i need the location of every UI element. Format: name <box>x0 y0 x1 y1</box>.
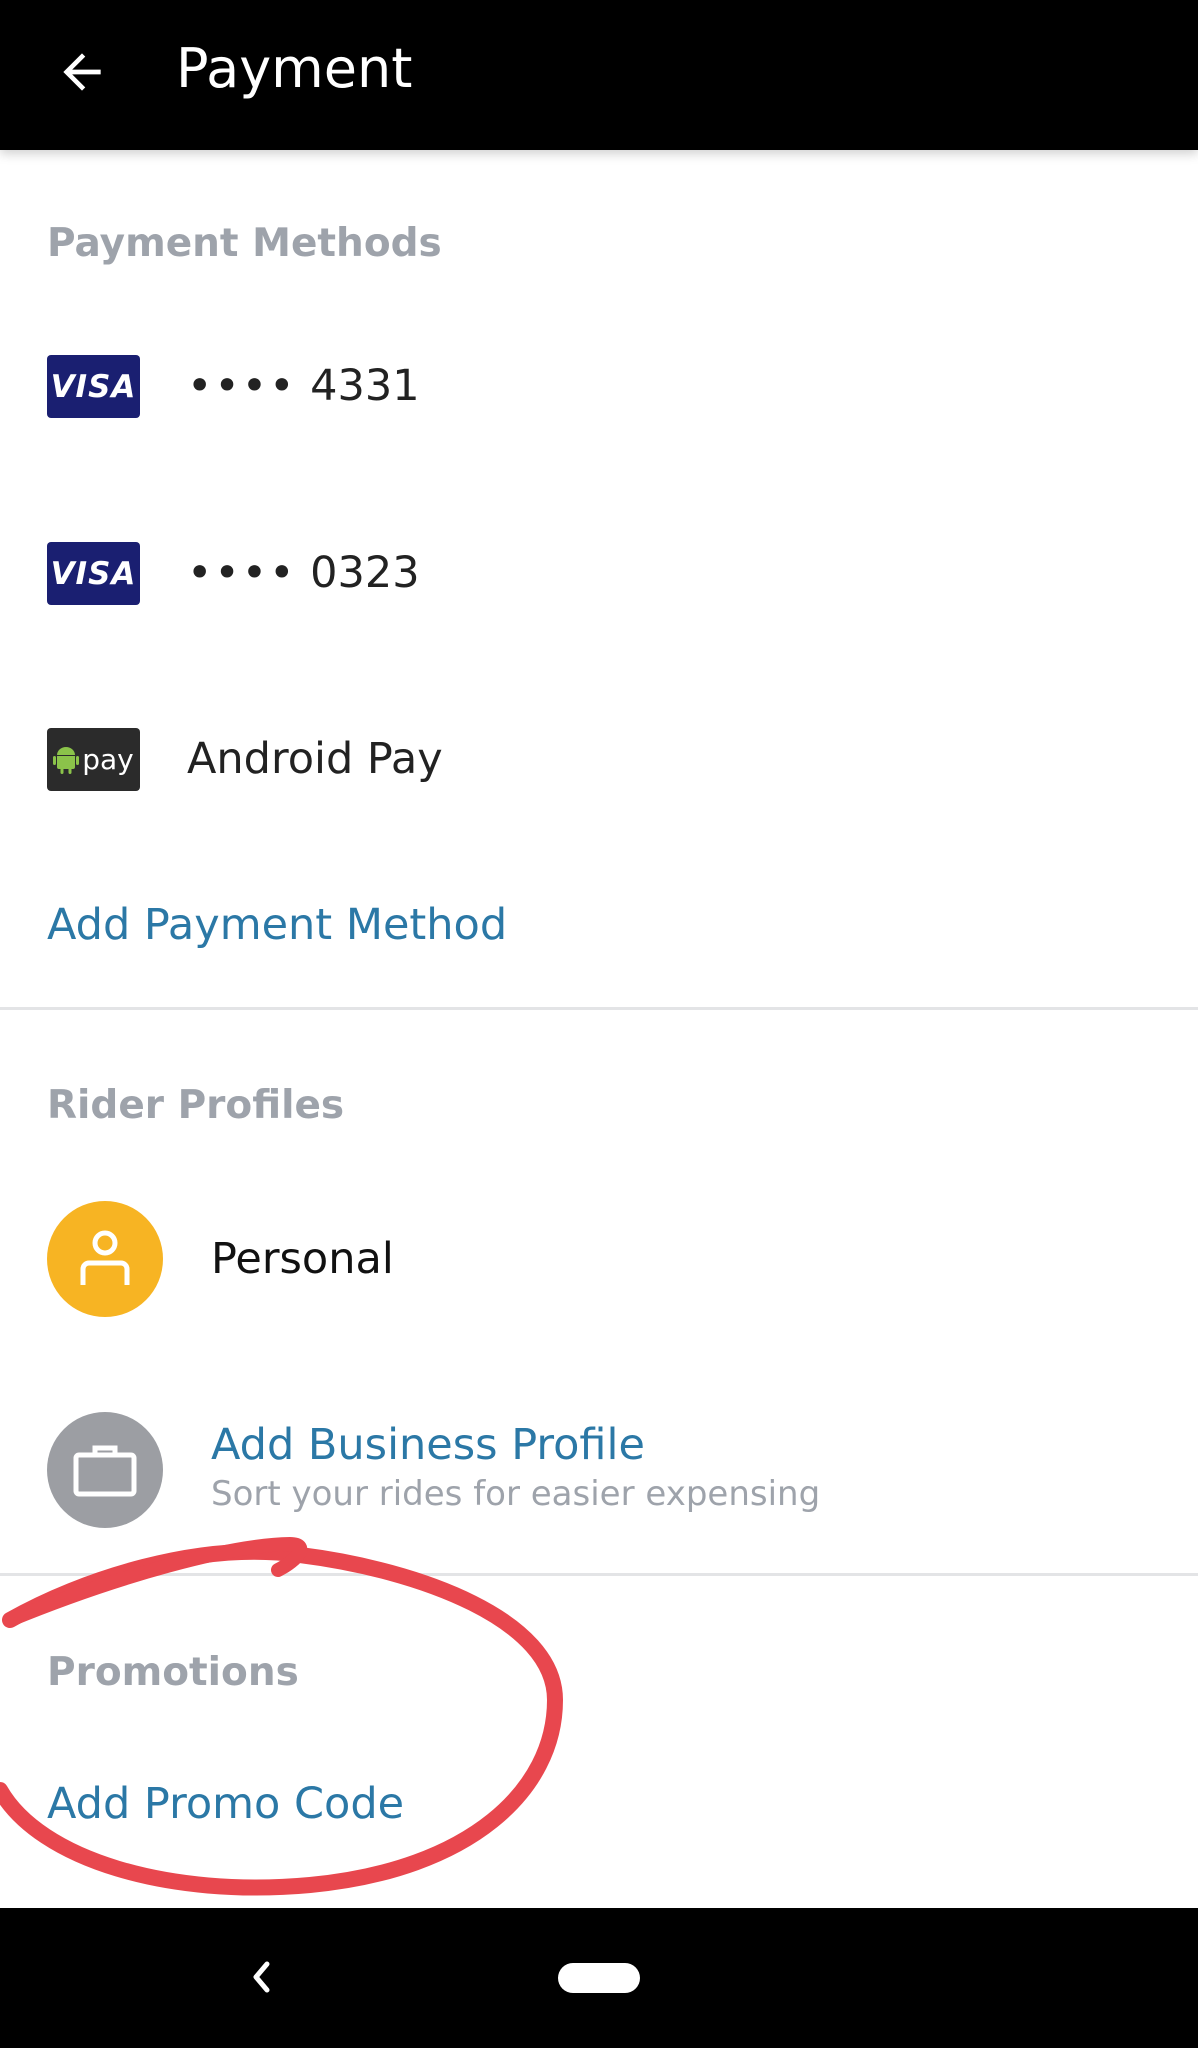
android-robot-icon <box>53 746 80 774</box>
visa-logo-icon: VISA <box>47 355 140 418</box>
payment-screen: Payment Payment Methods VISA •••• 4331 V… <box>0 0 1198 2048</box>
add-business-profile-subtitle: Sort your rides for easier expensing <box>211 1474 821 1514</box>
payment-method-visa-4331[interactable]: VISA •••• 4331 <box>0 338 1198 435</box>
payment-method-visa-0323[interactable]: VISA •••• 0323 <box>0 525 1198 622</box>
arrow-left-icon <box>63 53 101 91</box>
promotions-heading: Promotions <box>47 1650 299 1695</box>
annotation-circle <box>0 1536 564 1896</box>
card-number: •••• 0323 <box>187 548 420 598</box>
payment-methods-heading: Payment Methods <box>47 221 442 266</box>
profile-personal[interactable]: Personal <box>0 1198 1198 1320</box>
add-payment-method-link[interactable]: Add Payment Method <box>47 897 507 953</box>
payment-method-android-pay[interactable]: pay Android Pay <box>0 711 1198 808</box>
add-promo-code-link[interactable]: Add Promo Code <box>47 1776 404 1832</box>
android-pay-label: Android Pay <box>187 734 443 784</box>
business-avatar <box>47 1412 163 1528</box>
person-icon <box>80 1230 130 1285</box>
chevron-left-icon <box>253 1961 270 1993</box>
visa-logo-icon: VISA <box>47 542 140 605</box>
nav-home-pill[interactable] <box>558 1963 640 1993</box>
briefcase-icon <box>73 1445 137 1497</box>
personal-avatar <box>47 1201 163 1317</box>
app-bar: Payment <box>0 0 1198 150</box>
back-button[interactable] <box>46 36 118 108</box>
android-pay-logo-icon: pay <box>47 728 140 791</box>
card-number: •••• 4331 <box>187 361 420 411</box>
divider <box>0 1573 1198 1576</box>
personal-label: Personal <box>211 1234 394 1284</box>
add-business-profile-title: Add Business Profile <box>211 1420 645 1470</box>
add-business-profile[interactable]: Add Business Profile Sort your rides for… <box>0 1410 1198 1532</box>
rider-profiles-heading: Rider Profiles <box>47 1083 345 1128</box>
divider <box>0 1007 1198 1010</box>
page-title: Payment <box>176 37 413 100</box>
nav-back-button[interactable] <box>236 1952 286 2002</box>
